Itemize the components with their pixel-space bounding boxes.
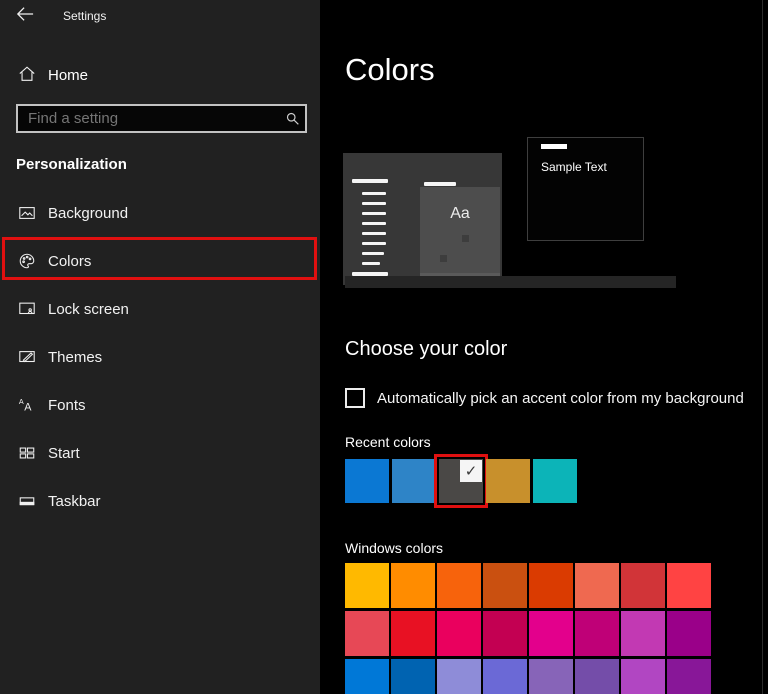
windows-color-swatch-r1-c4[interactable]: [529, 611, 573, 656]
windows-color-swatch-r0-c3[interactable]: [483, 563, 527, 608]
windows-color-swatch-r0-c0[interactable]: [345, 563, 389, 608]
sidebar-item-background[interactable]: Background: [0, 193, 320, 233]
sidebar-item-label: Start: [48, 445, 80, 462]
recent-color-swatch-gold[interactable]: [486, 459, 530, 503]
sidebar-item-label: Lock screen: [48, 301, 129, 318]
windows-colors-grid: [345, 563, 711, 694]
preview-taskbar-strip: [345, 276, 676, 288]
preview-card-square: [462, 235, 469, 242]
windows-color-swatch-r2-c0[interactable]: [345, 659, 389, 694]
sidebar-item-start[interactable]: Start: [0, 433, 320, 473]
windows-color-swatch-r2-c4[interactable]: [529, 659, 573, 694]
svg-text:A: A: [19, 397, 24, 406]
back-button[interactable]: [16, 6, 38, 26]
windows-color-swatch-r2-c2[interactable]: [437, 659, 481, 694]
selected-check-icon: ✓: [460, 460, 482, 482]
preview-list-line: [362, 212, 386, 215]
sidebar-item-label: Themes: [48, 349, 102, 366]
palette-icon: [18, 252, 36, 275]
themes-icon: [18, 348, 36, 371]
settings-window: Settings Home Personalization Background: [0, 0, 768, 694]
sidebar-item-fonts[interactable]: AA Fonts: [0, 385, 320, 425]
main-content: Colors Aa Sample Text C: [320, 0, 768, 694]
auto-accent-checkbox[interactable]: [345, 388, 365, 408]
windows-color-swatch-r1-c1[interactable]: [391, 611, 435, 656]
sidebar-item-home[interactable]: Home: [0, 58, 320, 94]
preview-list-line: [352, 179, 388, 183]
windows-color-swatch-r1-c3[interactable]: [483, 611, 527, 656]
recent-color-swatch-dark-gray[interactable]: ✓: [439, 459, 483, 503]
sidebar-item-label: Home: [48, 67, 88, 84]
auto-accent-label: Automatically pick an accent color from …: [377, 390, 744, 407]
preview-list-line: [362, 192, 386, 195]
section-header-personalization: Personalization: [16, 156, 127, 173]
theme-preview-panel: Aa: [343, 153, 502, 285]
auto-accent-row[interactable]: Automatically pick an accent color from …: [345, 388, 744, 408]
taskbar-icon: [18, 492, 36, 515]
windows-color-swatch-r1-c6[interactable]: [621, 611, 665, 656]
search-box: [16, 104, 307, 133]
windows-color-swatch-r0-c2[interactable]: [437, 563, 481, 608]
sidebar-item-label: Taskbar: [48, 493, 101, 510]
choose-color-heading: Choose your color: [345, 338, 507, 361]
preview-list-line: [362, 202, 386, 205]
search-input[interactable]: [18, 110, 279, 127]
recent-color-swatch-steel-blue[interactable]: [392, 459, 436, 503]
background-image-icon: [18, 204, 36, 227]
preview-list-line: [362, 222, 386, 225]
sample-text-preview: Sample Text: [527, 137, 644, 241]
arrow-left-icon: [16, 6, 34, 22]
recent-color-swatch-teal[interactable]: [533, 459, 577, 503]
windows-color-swatch-r2-c3[interactable]: [483, 659, 527, 694]
preview-list-line: [362, 242, 386, 245]
sidebar-item-colors[interactable]: Colors: [0, 241, 320, 281]
windows-color-swatch-r2-c7[interactable]: [667, 659, 711, 694]
home-icon: [18, 65, 36, 88]
recent-color-swatch-blue[interactable]: [345, 459, 389, 503]
windows-colors-label: Windows colors: [345, 540, 443, 556]
windows-color-swatch-r1-c7[interactable]: [667, 611, 711, 656]
sidebar-item-lock-screen[interactable]: Lock screen: [0, 289, 320, 329]
recent-colors-row: ✓: [345, 459, 577, 503]
recent-colors-label: Recent colors: [345, 434, 431, 450]
svg-text:A: A: [24, 401, 32, 413]
windows-color-swatch-r1-c5[interactable]: [575, 611, 619, 656]
sidebar-item-label: Background: [48, 205, 128, 222]
preview-card-accent-line: [424, 182, 456, 186]
sample-text-label: Sample Text: [541, 160, 607, 174]
window-title: Settings: [63, 9, 106, 23]
preview-card-square: [440, 255, 447, 262]
windows-color-swatch-r2-c6[interactable]: [621, 659, 665, 694]
accent-dash: [541, 144, 567, 149]
sidebar-item-label: Fonts: [48, 397, 86, 414]
sidebar-item-taskbar[interactable]: Taskbar: [0, 481, 320, 521]
windows-color-swatch-r0-c5[interactable]: [575, 563, 619, 608]
windows-color-swatch-r1-c0[interactable]: [345, 611, 389, 656]
sidebar-item-themes[interactable]: Themes: [0, 337, 320, 377]
preview-list-line: [362, 232, 386, 235]
start-tiles-icon: [18, 444, 36, 467]
window-right-edge: [762, 0, 763, 694]
preview-list-line: [362, 252, 384, 255]
page-title: Colors: [345, 52, 435, 88]
preview-list-line: [362, 262, 380, 265]
sidebar: Settings Home Personalization Background: [0, 0, 320, 694]
lock-screen-icon: [18, 300, 36, 323]
search-icon[interactable]: [279, 111, 305, 126]
preview-aa-label: Aa: [420, 205, 500, 223]
windows-color-swatch-r0-c4[interactable]: [529, 563, 573, 608]
windows-color-swatch-r2-c5[interactable]: [575, 659, 619, 694]
preview-card: Aa: [420, 187, 500, 285]
windows-color-swatch-r1-c2[interactable]: [437, 611, 481, 656]
windows-color-swatch-r2-c1[interactable]: [391, 659, 435, 694]
sidebar-item-label: Colors: [48, 253, 91, 270]
windows-color-swatch-r0-c6[interactable]: [621, 563, 665, 608]
windows-color-swatch-r0-c7[interactable]: [667, 563, 711, 608]
fonts-icon: AA: [18, 396, 36, 419]
windows-color-swatch-r0-c1[interactable]: [391, 563, 435, 608]
